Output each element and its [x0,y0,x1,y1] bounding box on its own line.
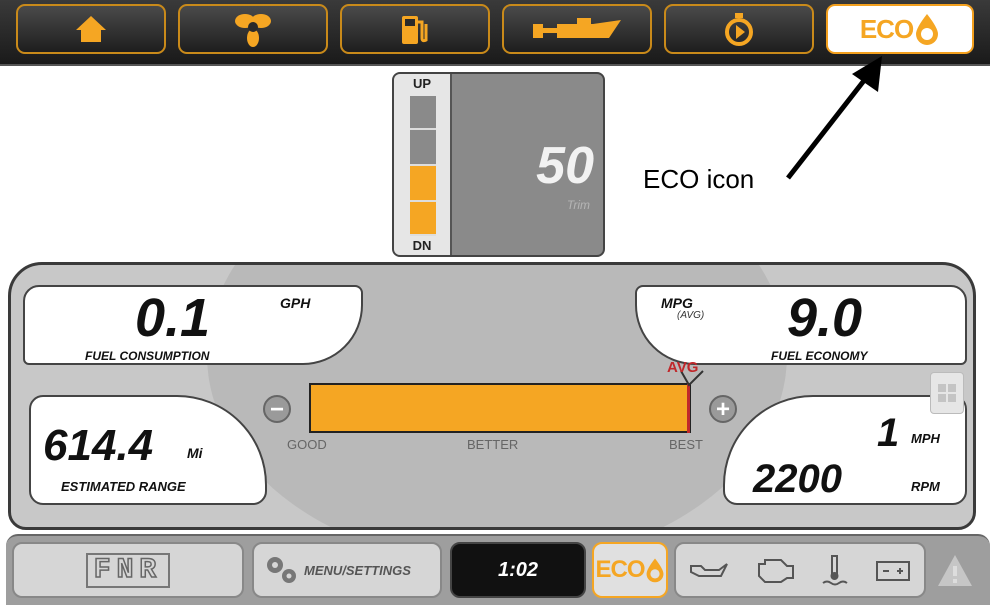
trim-segment-4 [410,202,436,236]
tab-propeller[interactable] [178,4,328,54]
trim-scale: UP DN [394,74,452,255]
clock-display: 1:02 [450,542,586,598]
trim-segment-1 [410,96,436,130]
eco-drop-icon [646,558,663,583]
trim-up-label: UP [412,76,432,91]
eco-gauge-panel: 0.1 GPH FUEL CONSUMPTION MPG (AVG) 9.0 F… [8,262,976,530]
menu-settings-label: MENU/SETTINGS [304,562,411,578]
scale-good-label: GOOD [287,437,327,452]
fuel-consumption-label: FUEL CONSUMPTION [85,349,210,363]
alert-icon[interactable] [936,552,974,590]
annotation-text: ECO icon [643,164,755,194]
boat-icon [533,18,621,38]
tab-eco[interactable]: ECO [826,4,974,54]
fuel-economy-sub: (AVG) [677,310,705,321]
layout-grid-button[interactable] [930,372,964,414]
time-value: 1:02 [497,558,539,581]
rpm-unit: RPM [911,479,940,494]
gear-indicator[interactable]: FNR [12,542,244,598]
range-unit: Mi [187,445,203,461]
range-label: ESTIMATED RANGE [61,479,186,494]
scale-best-label: BEST [669,437,703,452]
timer-icon [725,13,753,46]
gears-icon [267,557,296,583]
grid-icon [938,384,956,402]
avg-marker [687,383,690,433]
rpm-value: 2200 [753,457,842,501]
menu-settings-button[interactable]: MENU/SETTINGS [252,542,442,598]
trim-label: Trim [566,198,590,212]
eco-tab-label: ECO [859,13,914,44]
coolant-temp-icon [822,555,848,586]
eco-button[interactable]: ECO [592,542,668,598]
range-value: 614.4 [43,421,154,470]
engine-icon [758,559,794,583]
fuel-economy-label: FUEL ECONOMY [771,349,868,363]
fuel-consumption-card: 0.1 GPH FUEL CONSUMPTION [23,285,363,365]
fuel-economy-value: 9.0 [787,288,863,348]
gear-label: FNR [85,552,171,588]
trim-segment-3 [410,166,436,202]
fuel-economy-unit: MPG [661,295,693,311]
avg-label: AVG [667,359,699,376]
fuel-consumption-unit: GPH [280,295,311,311]
bottom-status-bar: FNR MENU/SETTINGS 1:02 ECO [6,534,990,605]
minus-button[interactable]: − [263,395,291,423]
oil-can-icon [690,563,728,577]
speed-unit: MPH [911,431,940,446]
home-icon [76,16,106,42]
battery-icon [876,561,910,581]
trim-gauge: UP DN 50 Trim [392,72,605,257]
fuel-pump-icon [402,16,428,44]
warning-indicators [674,542,926,598]
trim-segment-2 [410,130,436,166]
eco-drop-icon [916,14,939,45]
speed-value: 1 [877,411,900,455]
trim-dn-label: DN [412,238,432,253]
tab-fuel[interactable] [340,4,490,54]
annotation-arrow [786,56,882,180]
plus-button[interactable]: + [709,395,737,423]
tab-timer[interactable] [664,4,814,54]
eco-button-label: ECO [595,556,645,583]
fuel-consumption-value: 0.1 [135,288,211,348]
tab-home[interactable] [16,4,166,54]
scale-better-label: BETTER [467,437,519,452]
propeller-icon [235,14,271,47]
efficiency-bar [309,383,691,433]
fuel-economy-card: MPG (AVG) 9.0 FUEL ECONOMY [635,285,967,365]
trim-value: 50 [536,137,594,195]
tab-boat[interactable] [502,4,652,54]
